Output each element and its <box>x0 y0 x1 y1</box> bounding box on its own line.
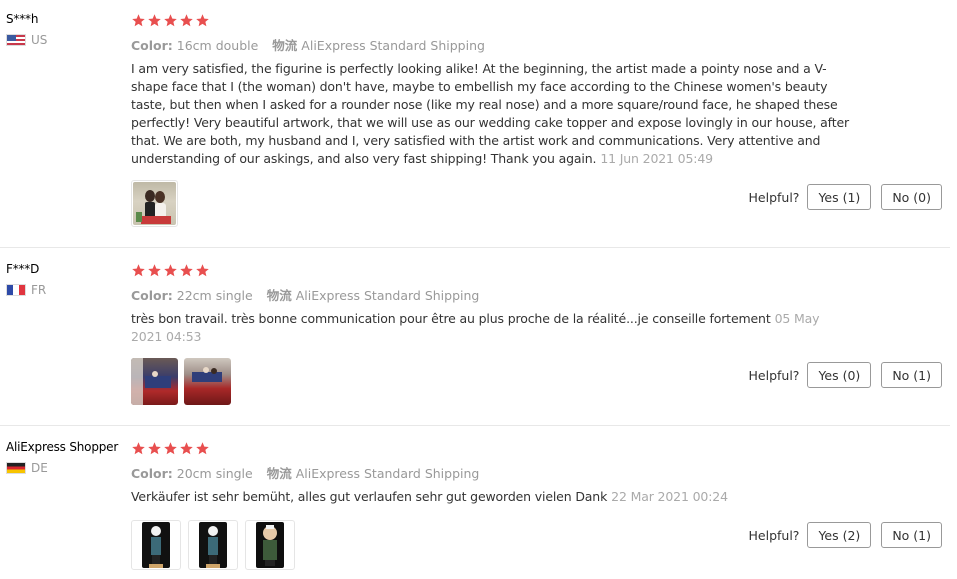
review-photo-thumbnail[interactable] <box>131 358 178 405</box>
review-photo-thumbnail[interactable] <box>131 520 181 570</box>
helpful-yes-button[interactable]: Yes (2) <box>807 522 872 548</box>
review-photo-thumbnail[interactable] <box>131 180 178 227</box>
reviewer-country: FR <box>6 283 128 297</box>
shipping-value: AliExpress Standard Shipping <box>301 38 485 53</box>
review-item: F***D FR Color: 22cm single 物流 AliExpres… <box>0 250 950 426</box>
helpful-label: Helpful? <box>748 189 800 205</box>
figurine-icon <box>149 526 163 568</box>
helpful-yes-button[interactable]: Yes (1) <box>807 184 872 210</box>
review-meta: Color: 16cm double 物流 AliExpress Standar… <box>131 35 851 54</box>
star-icon <box>179 263 194 278</box>
reviewer-country: DE <box>6 461 128 475</box>
review-text-block: Verkäufer ist sehr bemüht, alles gut ver… <box>131 488 851 506</box>
reviewer-info: F***D FR <box>6 262 128 297</box>
review-content: Color: 22cm single 物流 AliExpress Standar… <box>131 262 851 405</box>
review-text: Verkäufer ist sehr bemüht, alles gut ver… <box>131 489 608 504</box>
star-icon <box>131 441 146 456</box>
star-icon <box>147 13 162 28</box>
helpful-vote: Helpful? Yes (2) No (1) <box>749 522 942 548</box>
review-meta: Color: 20cm single 物流 AliExpress Standar… <box>131 463 851 482</box>
shipping-value: AliExpress Standard Shipping <box>295 288 480 303</box>
reviewer-name: AliExpress Shopper <box>6 440 119 454</box>
reviewer-info: S***h US <box>6 12 128 47</box>
photo-scene-icon <box>192 367 222 382</box>
review-photo-thumbnail[interactable] <box>188 520 238 570</box>
shipping-label: 物流 <box>266 288 292 303</box>
review-item: S***h US Color: 16cm double 物流 AliExpres… <box>0 0 950 248</box>
review-photo-thumbnail[interactable] <box>184 358 231 405</box>
de-flag-icon <box>6 462 26 474</box>
review-photos <box>131 520 851 570</box>
star-icon <box>147 441 162 456</box>
shipping-label: 物流 <box>272 38 298 53</box>
review-meta: Color: 22cm single 物流 AliExpress Standar… <box>131 285 851 304</box>
helpful-label: Helpful? <box>748 527 800 543</box>
star-icon <box>195 263 210 278</box>
star-icon <box>179 13 194 28</box>
star-icon <box>163 263 178 278</box>
helpful-label: Helpful? <box>748 367 800 383</box>
country-code: FR <box>31 283 47 297</box>
color-value: 22cm single <box>176 288 253 303</box>
star-icon <box>195 441 210 456</box>
photo-scene-icon <box>131 358 171 405</box>
color-label: Color: <box>131 288 173 303</box>
review-text-block: I am very satisfied, the figurine is per… <box>131 60 851 168</box>
star-icon <box>179 441 194 456</box>
review-photos <box>131 180 851 227</box>
helpful-no-button[interactable]: No (1) <box>881 522 942 548</box>
figurine-icon <box>206 526 220 568</box>
reviewer-name: S***h <box>6 12 39 26</box>
star-icon <box>163 441 178 456</box>
shipping-value: AliExpress Standard Shipping <box>295 466 480 481</box>
helpful-vote: Helpful? Yes (0) No (1) <box>749 362 942 388</box>
star-icon <box>163 13 178 28</box>
figurine-icon <box>263 525 277 566</box>
review-photos <box>131 358 851 405</box>
review-date: 11 Jun 2021 05:49 <box>600 151 713 166</box>
star-icon <box>147 263 162 278</box>
star-rating <box>131 262 851 278</box>
star-rating <box>131 12 851 28</box>
color-value: 16cm double <box>176 38 259 53</box>
reviewer-country: US <box>6 33 128 47</box>
helpful-yes-button[interactable]: Yes (0) <box>807 362 872 388</box>
reviewer-info: AliExpress Shopper DE <box>6 440 128 475</box>
country-code: DE <box>31 461 48 475</box>
review-item: AliExpress Shopper DE Color: 20cm single… <box>0 428 950 579</box>
color-label: Color: <box>131 466 173 481</box>
star-icon <box>131 13 146 28</box>
review-text: très bon travail. très bonne communicati… <box>131 311 771 326</box>
review-text-block: très bon travail. très bonne communicati… <box>131 310 851 346</box>
helpful-no-button[interactable]: No (1) <box>881 362 942 388</box>
star-icon <box>131 263 146 278</box>
helpful-vote: Helpful? Yes (1) No (0) <box>749 184 942 210</box>
helpful-no-button[interactable]: No (0) <box>881 184 942 210</box>
review-date: 22 Mar 2021 00:24 <box>611 489 728 504</box>
star-icon <box>195 13 210 28</box>
review-content: Color: 16cm double 物流 AliExpress Standar… <box>131 12 851 227</box>
reviewer-name: F***D <box>6 262 40 276</box>
country-code: US <box>31 33 48 47</box>
color-value: 20cm single <box>176 466 253 481</box>
figurine-couple-icon <box>136 190 171 224</box>
review-photo-thumbnail[interactable] <box>245 520 295 570</box>
star-rating <box>131 440 851 456</box>
fr-flag-icon <box>6 284 26 296</box>
review-text: I am very satisfied, the figurine is per… <box>131 61 849 166</box>
color-label: Color: <box>131 38 173 53</box>
us-flag-icon <box>6 34 26 46</box>
review-content: Color: 20cm single 物流 AliExpress Standar… <box>131 440 851 570</box>
shipping-label: 物流 <box>266 466 292 481</box>
